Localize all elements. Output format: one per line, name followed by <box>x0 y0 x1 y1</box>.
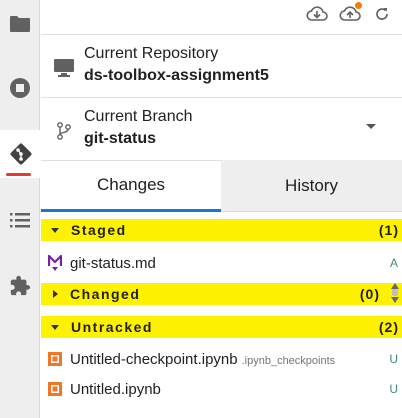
extension-puzzle-icon <box>10 275 31 296</box>
file-browser-tab[interactable] <box>0 0 40 48</box>
current-branch[interactable]: Current Branch git-status <box>41 97 402 160</box>
git-toolbar <box>41 0 402 34</box>
running-sessions-tab[interactable] <box>0 64 40 112</box>
chevron-down-icon[interactable] <box>366 124 376 129</box>
pull-button[interactable] <box>304 3 330 25</box>
untracked-file-name: Untitled.ipynb <box>70 380 161 398</box>
scroll-down-arrow-icon[interactable] <box>391 297 399 303</box>
stop-circle-icon <box>10 78 30 98</box>
staged-file-status: A <box>389 256 398 270</box>
git-panel: Current Repository ds-toolbox-assignment… <box>41 0 402 418</box>
refresh-button[interactable] <box>369 3 395 25</box>
scrollbar-thumb[interactable] <box>392 289 398 296</box>
staged-count: (1) <box>378 222 399 238</box>
untracked-file-row[interactable]: Untitled.ipynb U <box>41 374 402 404</box>
activity-bar <box>0 0 41 418</box>
markdown-file-icon <box>47 254 63 272</box>
untracked-file-row[interactable]: Untitled-checkpoint.ipynb .ipynb_checkpoi… <box>41 344 402 374</box>
staged-file-name: git-status.md <box>70 254 156 272</box>
git-icon <box>10 143 31 165</box>
refresh-icon <box>376 8 388 20</box>
caret-down-icon <box>51 324 59 330</box>
untracked-file-status: U <box>389 382 398 396</box>
changed-section-header[interactable]: Changed (0) <box>41 283 402 305</box>
caret-down-icon <box>51 227 59 233</box>
caret-right-icon <box>53 290 58 298</box>
tab-history[interactable]: History <box>221 160 402 212</box>
branch-title: Current Branch <box>84 108 193 125</box>
notebook-file-icon <box>47 380 63 398</box>
untracked-file-status: U <box>389 352 398 366</box>
branch-icon <box>53 120 75 142</box>
desktop-icon <box>53 57 75 79</box>
staged-label: Staged <box>71 222 127 238</box>
untracked-count: (2) <box>378 319 399 335</box>
table-of-contents-tab[interactable] <box>0 196 40 244</box>
list-icon <box>10 213 30 228</box>
git-tabs: Changes History <box>41 160 402 212</box>
staged-file-row[interactable]: git-status.md A <box>41 248 402 278</box>
untracked-section-header[interactable]: Untracked (2) <box>41 316 402 338</box>
repository-title: Current Repository <box>84 45 219 62</box>
push-button[interactable] <box>337 2 363 25</box>
file-path: .ipynb_checkpoints <box>241 354 336 367</box>
untracked-label: Untracked <box>71 319 153 335</box>
push-badge <box>355 2 362 9</box>
tab-changes[interactable]: Changes <box>41 160 221 212</box>
extension-manager-tab[interactable] <box>0 262 40 310</box>
branch-name: git-status <box>84 130 156 147</box>
notebook-file-icon <box>47 350 63 368</box>
current-repository: Current Repository ds-toolbox-assignment… <box>41 34 402 97</box>
git-tab[interactable] <box>0 130 41 178</box>
changed-count: (0) <box>359 286 380 302</box>
repository-name: ds-toolbox-assignment5 <box>84 67 269 84</box>
staged-section-header[interactable]: Staged (1) <box>41 219 402 241</box>
cloud-download-icon <box>306 6 328 21</box>
changed-label: Changed <box>70 286 141 302</box>
untracked-file-name: Untitled-checkpoint.ipynb .ipynb_checkpoi… <box>70 350 336 368</box>
folder-icon <box>10 16 30 32</box>
